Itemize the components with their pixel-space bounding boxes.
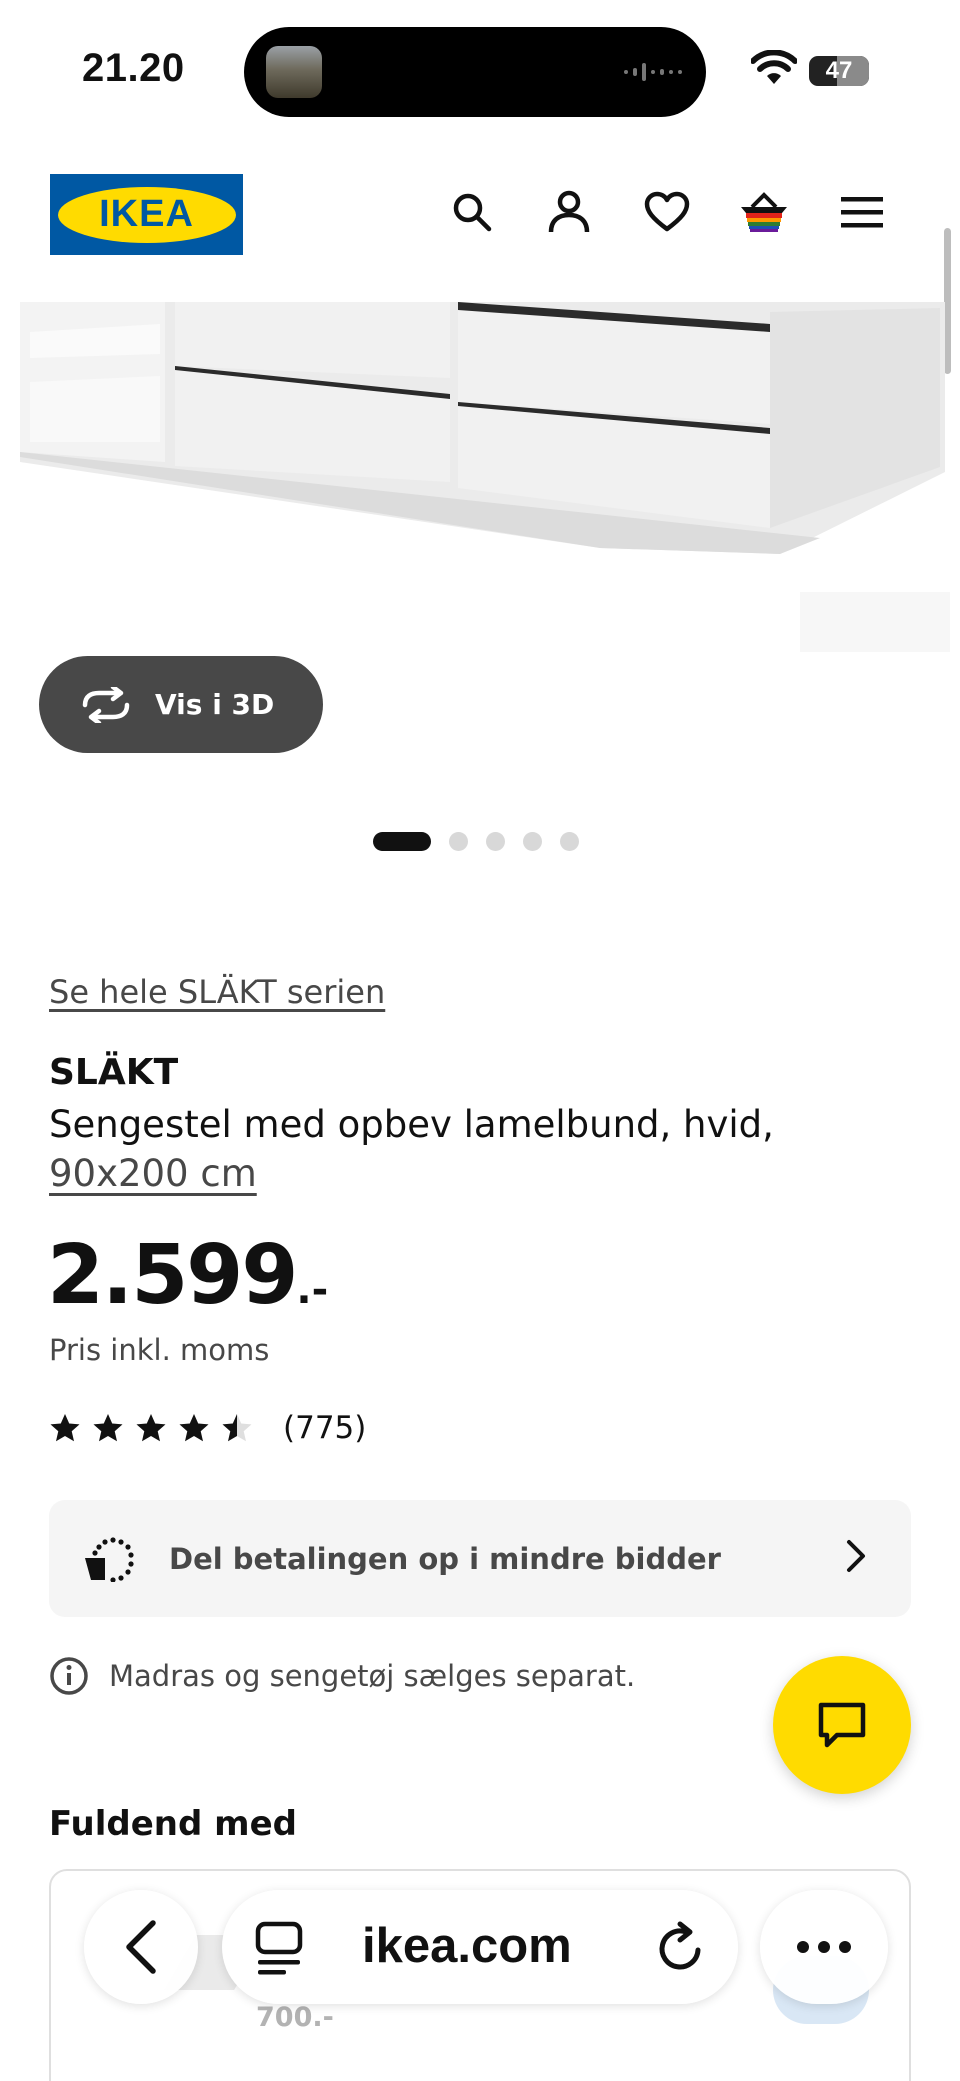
chat-bubble-icon (818, 1702, 866, 1748)
complete-with-heading: Fuldend med (49, 1804, 297, 1844)
browser-more-button[interactable] (760, 1890, 888, 2004)
split-payment-banner[interactable]: Del betalingen op i mindre bidder (49, 1500, 911, 1617)
series-link[interactable]: Se hele SLÄKT serien (49, 973, 385, 1011)
price-amount: 2.599 (47, 1228, 298, 1323)
now-playing-thumbnail (266, 46, 322, 98)
price-suffix: .- (296, 1267, 329, 1313)
review-count: (775) (283, 1410, 367, 1446)
dynamic-island[interactable] (244, 27, 706, 117)
gallery-dot[interactable] (560, 831, 579, 851)
gallery-dot[interactable] (486, 831, 505, 851)
account-icon (548, 190, 590, 233)
info-icon (50, 1657, 88, 1695)
gallery-pagination[interactable] (373, 830, 579, 852)
more-dot (839, 1941, 851, 1953)
star-half-icon (222, 1414, 252, 1442)
chevron-right-icon (847, 1540, 865, 1572)
search-button[interactable] (446, 186, 498, 238)
star-full-icon (179, 1414, 209, 1442)
product-description-text: Sengestel med opbev lamelbund, hvid, (49, 1103, 774, 1146)
gallery-dot-active[interactable] (373, 831, 431, 851)
wishlist-button[interactable] (641, 186, 693, 238)
gallery-dot[interactable] (449, 831, 468, 851)
menu-button[interactable] (836, 186, 888, 238)
browser-url: ikea.com (362, 1919, 572, 1973)
split-payment-label: Del betalingen op i mindre bidder (169, 1541, 721, 1576)
payment-split-icon (85, 1536, 134, 1582)
chevron-left-icon (126, 1920, 156, 1974)
view-in-3d-button[interactable]: Vis i 3D (39, 656, 323, 753)
info-notice: Madras og sengetøj sælges separat. (49, 1656, 635, 1696)
product-price: 2.599 .- (47, 1228, 328, 1323)
status-time: 21.20 (82, 46, 185, 90)
cart-basket-icon (741, 192, 787, 232)
battery-percent: 47 (825, 57, 853, 84)
ikea-logo[interactable]: IKEA (50, 174, 243, 255)
browser-toolbar: ikea.com (0, 1868, 960, 2008)
rating-stars (49, 1412, 253, 1444)
logo-text: IKEA (99, 193, 194, 235)
product-description: Sengestel med opbev lamelbund, hvid, 90x… (49, 1100, 809, 1198)
cart-button[interactable] (738, 186, 790, 238)
reload-icon[interactable] (654, 1920, 708, 1976)
product-name: SLÄKT (49, 1052, 179, 1093)
wishlist-heart-icon (644, 191, 690, 232)
info-text: Madras og sengetøj sælges separat. (109, 1659, 636, 1693)
wifi-icon (751, 50, 797, 84)
gallery-dot[interactable] (523, 831, 542, 851)
product-size-link[interactable]: 90x200 cm (49, 1152, 257, 1195)
star-full-icon (136, 1414, 166, 1442)
price-note: Pris inkl. moms (49, 1333, 270, 1367)
more-dot (797, 1941, 809, 1953)
battery-indicator: 47 (809, 56, 869, 86)
star-full-icon (93, 1414, 123, 1442)
audio-wave-icon (624, 63, 682, 81)
search-icon (453, 193, 492, 232)
reader-mode-icon[interactable] (252, 1920, 308, 1976)
chat-button[interactable] (773, 1656, 911, 1794)
view-in-3d-label: Vis i 3D (155, 688, 275, 721)
product-rating[interactable]: (775) (49, 1410, 366, 1446)
logo-oval: IKEA (57, 186, 236, 243)
star-full-icon (50, 1414, 80, 1442)
product-image[interactable] (0, 302, 960, 652)
menu-hamburger-icon (841, 197, 883, 228)
account-button[interactable] (543, 186, 595, 238)
browser-back-button[interactable] (84, 1890, 198, 2004)
rotate-3d-icon (82, 686, 130, 723)
browser-address-bar[interactable]: ikea.com (222, 1890, 738, 2004)
more-dot (818, 1941, 830, 1953)
